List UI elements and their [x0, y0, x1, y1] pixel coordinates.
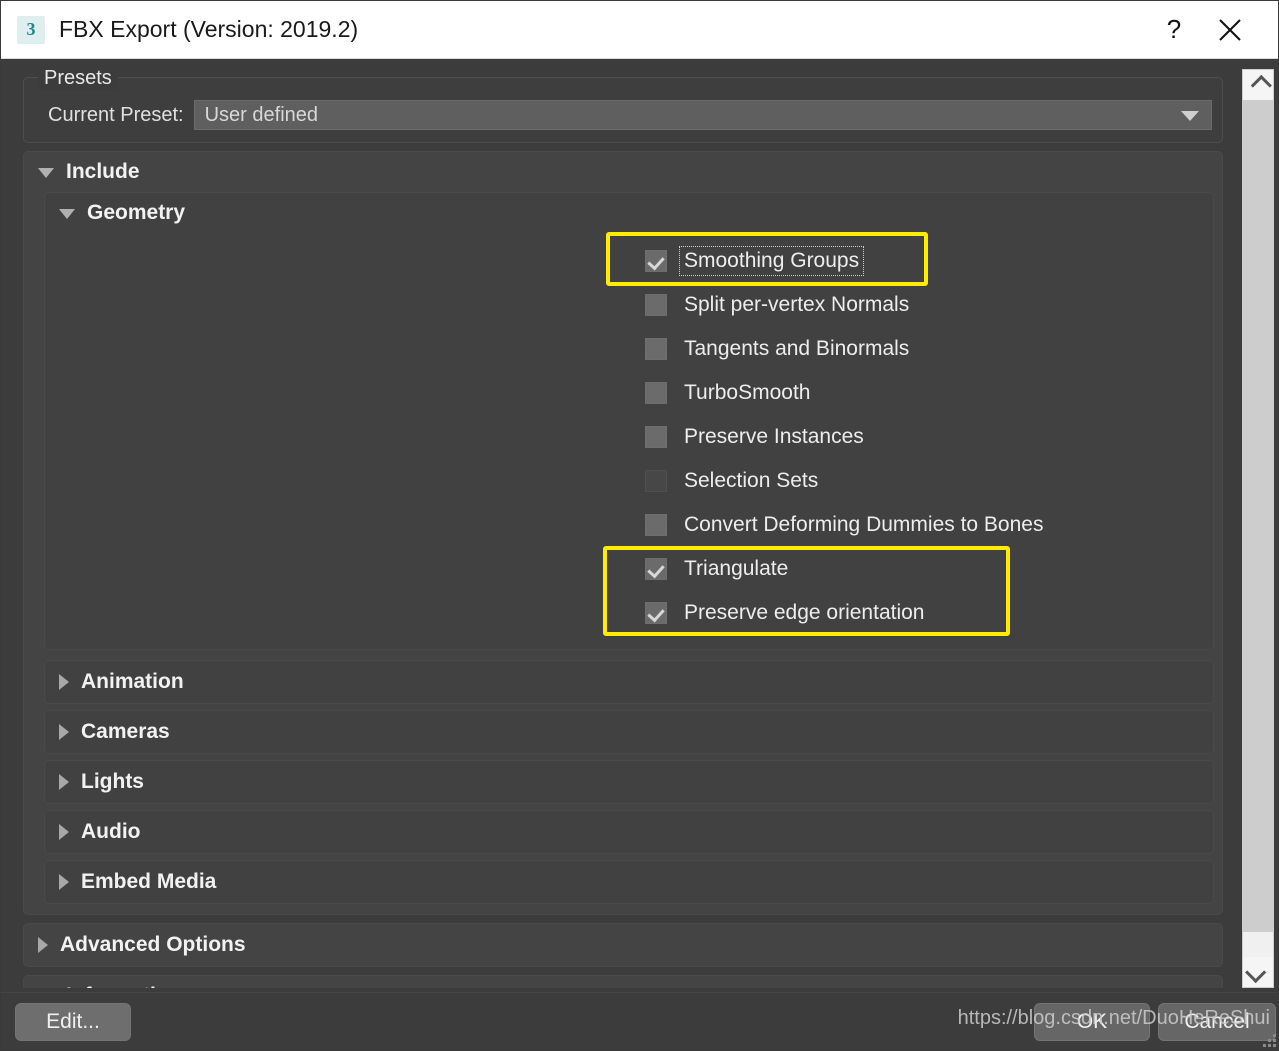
panel-geometry: Geometry Smoothing Groups Split per-vert…	[44, 192, 1214, 650]
triangle-right-icon	[59, 724, 69, 740]
panel-title-advanced-options: Advanced Options	[60, 933, 246, 956]
chevron-down-icon	[1181, 111, 1199, 121]
checkbox-smoothing-groups[interactable]	[645, 250, 667, 272]
scrollbar-thumb[interactable]	[1243, 100, 1273, 932]
panel-title-embed-media: Embed Media	[81, 870, 217, 893]
checkbox-turbosmooth[interactable]	[645, 382, 667, 404]
options-scroll-pane: Presets Current Preset: User defined Inc…	[15, 69, 1231, 988]
panel-advanced-options: Advanced Options	[23, 923, 1223, 967]
checkbox-label-convert-deforming-dummies-to-bones: Convert Deforming Dummies to Bones	[684, 513, 1044, 536]
checkbox-row-selection-sets[interactable]: Selection Sets	[645, 459, 1213, 503]
chevron-up-icon	[1250, 74, 1272, 96]
current-preset-row: Current Preset: User defined	[34, 100, 1212, 130]
presets-group: Presets Current Preset: User defined	[23, 69, 1223, 143]
triangle-right-icon	[59, 874, 69, 890]
current-preset-value: User defined	[204, 103, 319, 126]
dialog-footer: Edit... OK Cancel	[1, 992, 1278, 1050]
ok-button[interactable]: OK	[1034, 1003, 1150, 1041]
checkbox-row-tangents-and-binormals[interactable]: Tangents and Binormals	[645, 327, 1213, 371]
triangle-right-icon	[59, 774, 69, 790]
panel-include: Include Geometry Smoothing Groups Split …	[23, 151, 1223, 915]
checkbox-convert-deforming-dummies-to-bones[interactable]	[645, 514, 667, 536]
close-button[interactable]	[1202, 2, 1258, 58]
panel-title-audio: Audio	[81, 820, 141, 843]
triangle-down-icon	[38, 168, 54, 178]
triangle-right-icon	[38, 937, 48, 953]
panel-embed-media: Embed Media	[44, 860, 1214, 904]
checkbox-row-triangulate[interactable]: Triangulate	[645, 547, 1213, 591]
checkbox-label-tangents-and-binormals: Tangents and Binormals	[684, 337, 910, 360]
panel-audio: Audio	[44, 810, 1214, 854]
panel-title-include: Include	[66, 160, 140, 183]
panel-header-include[interactable]: Include	[24, 152, 1222, 192]
edit-button[interactable]: Edit...	[15, 1003, 131, 1041]
current-preset-label: Current Preset:	[48, 103, 184, 126]
checkbox-label-preserve-instances: Preserve Instances	[684, 425, 864, 448]
checkbox-split-per-vertex-normals[interactable]	[645, 294, 667, 316]
panel-title-geometry: Geometry	[87, 201, 186, 224]
panel-title-animation: Animation	[81, 670, 184, 693]
checkbox-preserve-instances[interactable]	[645, 426, 667, 448]
checkbox-row-convert-deforming-dummies-to-bones[interactable]: Convert Deforming Dummies to Bones	[645, 503, 1213, 547]
checkbox-triangulate[interactable]	[645, 558, 667, 580]
panel-header-animation[interactable]: Animation	[45, 661, 1213, 703]
checkbox-row-preserve-instances[interactable]: Preserve Instances	[645, 415, 1213, 459]
dialog-body: Presets Current Preset: User defined Inc…	[1, 59, 1278, 994]
checkbox-label-smoothing-groups: Smoothing Groups	[678, 246, 865, 276]
close-icon	[1219, 18, 1241, 41]
checkbox-label-split-per-vertex-normals: Split per-vertex Normals	[684, 293, 910, 316]
panel-header-advanced-options[interactable]: Advanced Options	[24, 924, 1222, 966]
checkbox-tangents-and-binormals[interactable]	[645, 338, 667, 360]
panel-cameras: Cameras	[44, 710, 1214, 754]
panel-animation: Animation	[44, 660, 1214, 704]
panel-header-lights[interactable]: Lights	[45, 761, 1213, 803]
help-button[interactable]: ?	[1146, 2, 1202, 58]
panel-header-cameras[interactable]: Cameras	[45, 711, 1213, 753]
panel-lights: Lights	[44, 760, 1214, 804]
chevron-down-icon	[1244, 961, 1266, 983]
fbx-export-dialog: 3 FBX Export (Version: 2019.2) ? Presets…	[0, 0, 1279, 1051]
panel-title-information: Information	[66, 984, 182, 988]
panel-title-lights: Lights	[81, 770, 144, 793]
triangle-right-icon	[59, 824, 69, 840]
checkbox-row-smoothing-groups[interactable]: Smoothing Groups	[645, 239, 1213, 283]
geometry-checkbox-list: Smoothing Groups Split per-vertex Normal…	[45, 239, 1213, 635]
checkbox-row-split-per-vertex-normals[interactable]: Split per-vertex Normals	[645, 283, 1213, 327]
presets-group-label: Presets	[38, 69, 118, 90]
checkbox-row-turbosmooth[interactable]: TurboSmooth	[645, 371, 1213, 415]
checkbox-label-preserve-edge-orientation: Preserve edge orientation	[684, 601, 925, 624]
cancel-button[interactable]: Cancel	[1158, 1003, 1276, 1041]
geometry-body: Smoothing Groups Split per-vertex Normal…	[45, 233, 1213, 649]
panel-header-information[interactable]: Information	[24, 976, 1222, 988]
checkbox-selection-sets[interactable]	[645, 470, 667, 492]
checkbox-label-selection-sets: Selection Sets	[684, 469, 819, 492]
checkbox-label-triangulate: Triangulate	[684, 557, 789, 580]
scroll-up-button[interactable]	[1243, 70, 1273, 100]
checkbox-row-preserve-edge-orientation[interactable]: Preserve edge orientation	[645, 591, 1213, 635]
triangle-right-icon	[59, 674, 69, 690]
panel-header-geometry[interactable]: Geometry	[45, 193, 1213, 233]
panel-header-embed-media[interactable]: Embed Media	[45, 861, 1213, 903]
vertical-scrollbar[interactable]	[1242, 69, 1274, 988]
triangle-down-icon	[59, 209, 75, 219]
title-bar: 3 FBX Export (Version: 2019.2) ?	[1, 1, 1278, 59]
resize-grip[interactable]	[1260, 1031, 1276, 1047]
window-title: FBX Export (Version: 2019.2)	[59, 16, 359, 42]
checkbox-label-turbosmooth: TurboSmooth	[684, 381, 811, 404]
current-preset-dropdown[interactable]: User defined	[193, 100, 1212, 130]
panel-header-audio[interactable]: Audio	[45, 811, 1213, 853]
panel-information: Information FBX Plug-in version: 2019.2 …	[23, 975, 1223, 988]
checkbox-preserve-edge-orientation[interactable]	[645, 602, 667, 624]
scroll-down-button[interactable]	[1243, 957, 1273, 987]
panel-title-cameras: Cameras	[81, 720, 170, 743]
app-icon: 3	[17, 15, 45, 44]
